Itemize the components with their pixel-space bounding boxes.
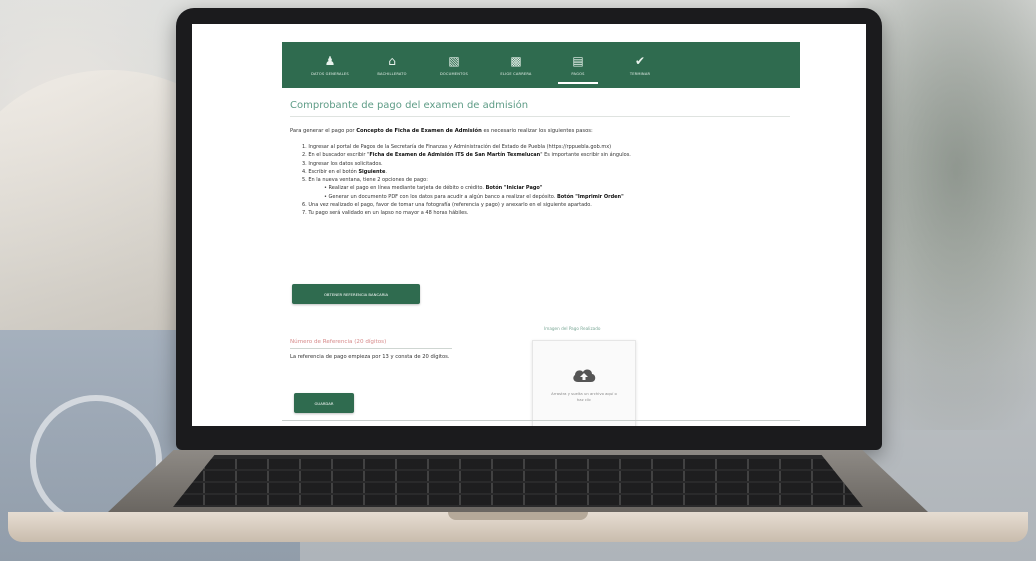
- step-item: 2. En el buscador escribir "Ficha de Exa…: [302, 151, 631, 159]
- upload-hint: Arrastra y suelta un archivo aquí o haz …: [551, 391, 617, 402]
- nav-item-label: PAGOS: [571, 72, 585, 76]
- reference-help-text: La referencia de pago empieza por 13 y c…: [290, 354, 450, 360]
- nav-item-documentos[interactable]: ▧ DOCUMENTOS: [426, 42, 482, 88]
- nav-item-label: DOCUMENTOS: [439, 72, 469, 76]
- nav-item-pagos[interactable]: ▤ PAGOS: [550, 42, 606, 88]
- substep-bold: Botón "Iniciar Pago": [485, 185, 543, 192]
- keyboard-row: [173, 483, 863, 493]
- nav-item-label: DATOS GENERALES: [311, 72, 349, 76]
- cloud-upload-icon: [573, 369, 596, 382]
- step-item: 6. Una vez realizado el pago, favor de t…: [302, 201, 631, 209]
- footer-divider: [282, 420, 800, 421]
- step-text: 4. Escribir en el botón: [302, 168, 359, 175]
- check-icon: ✔: [634, 54, 646, 68]
- step-text: 1. Ingresar al portal de Pagos de la Sec…: [302, 144, 612, 150]
- step-bold: Siguiente: [358, 168, 386, 175]
- keyboard-row: [173, 495, 863, 505]
- laptop-screen: ♟ DATOS GENERALES ⌂ BACHILLERATO ▧ DOCUM…: [192, 24, 866, 426]
- step-item: 5. En la nueva ventana, tiene 2 opciones…: [302, 176, 631, 184]
- intro-text-post: es necesario realizar los siguientes pas…: [481, 128, 593, 134]
- substep-item: • Realizar el pago en línea mediante tar…: [302, 184, 631, 192]
- school-icon: ⌂: [388, 54, 396, 68]
- substep-text: • Realizar el pago en línea mediante tar…: [324, 185, 486, 192]
- nav-item-datos-generales[interactable]: ♟ DATOS GENERALES: [302, 42, 358, 88]
- career-icon: ▩: [510, 54, 522, 68]
- step-item: 4. Escribir en el botón Siguiente.: [302, 168, 631, 176]
- steps-list: 1. Ingresar al portal de Pagos de la Sec…: [302, 143, 631, 218]
- substep-text: • Generar un documento PDF con los datos…: [324, 193, 557, 200]
- nav-item-elige-carrera[interactable]: ▩ ELIGE CARRERA: [488, 42, 544, 88]
- keyboard-row: [173, 459, 863, 469]
- nav-item-label: BACHILLERATO: [377, 72, 407, 76]
- substep-item: • Generar un documento PDF con los datos…: [302, 193, 631, 201]
- admission-payment-page: ♟ DATOS GENERALES ⌂ BACHILLERATO ▧ DOCUM…: [282, 42, 800, 426]
- payment-icon: ▤: [572, 54, 584, 68]
- wizard-navbar: ♟ DATOS GENERALES ⌂ BACHILLERATO ▧ DOCUM…: [282, 42, 800, 88]
- step-bold: Ficha de Examen de Admisión ITS de San M…: [369, 152, 541, 159]
- intro-text: Para generar el pago por Concepto de Fic…: [290, 128, 593, 134]
- step-item: 7. Tu pago será validado en un lapso no …: [302, 209, 631, 217]
- intro-text-bold: Concepto de Ficha de Examen de Admisión: [356, 128, 482, 134]
- step-text-post: " Es importante escribir sin ángulos.: [540, 152, 631, 159]
- nav-item-label: ELIGE CARRERA: [500, 72, 532, 76]
- save-button[interactable]: GUARDAR: [294, 393, 354, 413]
- step-text: 2. En el buscador escribir ": [302, 152, 370, 159]
- step-text: 6. Una vez realizado el pago, favor de t…: [302, 202, 592, 209]
- keyboard-row: [173, 471, 863, 481]
- step-text: 3. Ingresar los datos solicitados.: [302, 160, 383, 167]
- laptop-notch: [448, 512, 588, 520]
- divider: [290, 116, 790, 117]
- user-icon: ♟: [324, 54, 336, 68]
- document-icon: ▧: [448, 54, 460, 68]
- page-title: Comprobante de pago del examen de admisi…: [290, 100, 529, 111]
- laptop-keyboard: [173, 455, 863, 507]
- substep-bold: Botón "Imprimir Orden": [556, 193, 624, 200]
- intro-text-pre: Para generar el pago por: [290, 128, 357, 134]
- step-text-post: .: [385, 168, 387, 175]
- nav-item-label: TERMINAR: [629, 72, 651, 76]
- get-bank-reference-button[interactable]: OBTENER REFERENCIA BANCARIA: [292, 284, 420, 304]
- step-item: 1. Ingresar al portal de Pagos de la Sec…: [302, 143, 631, 151]
- upload-dropzone[interactable]: Arrastra y suelta un archivo aquí o haz …: [532, 340, 636, 426]
- reference-field-underline: [290, 348, 452, 349]
- reference-number-field[interactable]: Número de Referencia (20 dígitos): [290, 339, 386, 345]
- nav-item-bachillerato[interactable]: ⌂ BACHILLERATO: [364, 42, 420, 88]
- nav-item-terminar[interactable]: ✔ TERMINAR: [612, 42, 668, 88]
- upload-label: Imagen del Pago Realizado: [544, 326, 601, 331]
- step-text: 5. En la nueva ventana, tiene 2 opciones…: [302, 177, 428, 184]
- step-item: 3. Ingresar los datos solicitados.: [302, 160, 631, 168]
- step-text: 7. Tu pago será validado en un lapso no …: [302, 210, 469, 217]
- laptop-base: [8, 450, 1028, 558]
